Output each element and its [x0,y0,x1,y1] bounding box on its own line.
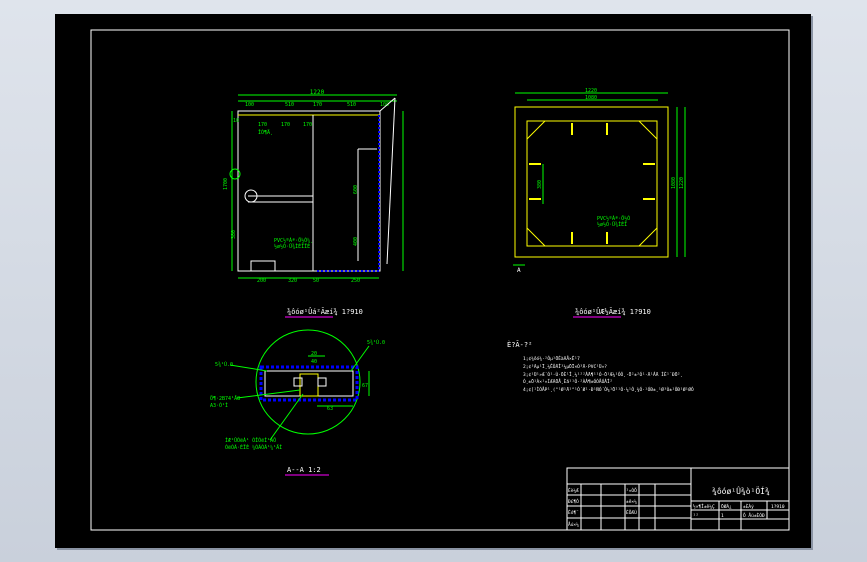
detail-circle [255,329,361,435]
plan-top-dim-2: 1080 [585,95,597,101]
front-view[interactable]: 1220 100 510 170 510 100 1700 380 10 600… [223,89,404,318]
plan-inner-wall [526,120,658,247]
title-left-row-1: Éè¼Æ [568,486,579,494]
front-overall-width-text: 1220 [310,89,325,96]
front-top-dim-4: 510 [347,102,356,108]
front-inner-dim-1: 170 [258,122,267,128]
front-note-line-1: PVC½ºÁª·Ö½Ó¼¸ [274,237,313,244]
detail-dim-4: 63 [327,406,333,412]
front-top-dim-2: 510 [285,102,294,108]
notes-line-3: 3¡¢¹Ü¹»Æ´Ó¹·Ù·ÖÈ¹Î¸¼¹²²ÂÄ¶¹¹Ó·Ö¹Æ¼¹ÔÔ¸·Ö… [523,370,683,378]
title-left-row-2: Ð£¶Ô [568,498,579,505]
title-mid-row-2: ±ê×¼ [626,498,637,505]
front-left-dim-3: 380 [231,230,237,239]
notes-line-2: 2¡¢³Ãµ¹Ï¸¼ÊÔÄÎ³¼µÖÏ×Ò³Ä·PVC¹Ü»? [523,362,607,370]
front-inner-dim-3: 170 [303,122,312,128]
front-bottom-dim-3: 50 [313,278,319,284]
front-right-dim-2: 400 [353,237,359,246]
plan-note-line-2: ½ø½Ó·Ü¾ÌÉÏ [597,220,627,228]
front-bottom-dim-2: 320 [288,278,297,284]
notes-title: È?Ã-?² [507,340,532,349]
title-block[interactable]: Éè¼Æ Ð£¶Ô Éó¶¨ Åú×¼ ¹¤ÒÕ ±ê×¼ ÈÕÆÚ ¾ôóø¹… [566,467,790,531]
detail-outline [264,370,354,397]
detail-callout-4: A3·Ó¹Ì [210,402,228,409]
plan-side-dim-3: 1220 [679,177,685,189]
plan-corner-br [638,227,658,247]
detail-leader-3 [236,389,301,399]
title-left-row-3: Éó¶¨ [568,508,579,516]
front-small-label: ÎÒ¶Ä¸ [258,129,273,136]
front-note-line-2: ½ø½Ó·Ü¾ÌÉÏÏÉ [274,242,310,250]
front-top-dim-1: 100 [245,102,254,108]
front-top-dim-3: 170 [313,102,322,108]
title-small-cell-4: 1?910 [771,504,785,510]
title-block-frame [566,467,790,531]
title-small-cell-1: ½×¶Î±ê¼Ç [693,503,715,510]
notes-line-5: 4¡¢[¹ÌÓÅP¹¸(°¹Ø¹Ä¹°¹Ó´Ø¹·Ð¹ÑÓ´Ô¼¹Ö²¹Ó·¼¹… [523,386,694,393]
title-small-cell-2: ÖØÁ¿ [721,503,732,510]
plan-corner-tl [526,120,546,140]
detail-bolt-left [293,377,303,387]
plan-side-dim-2: 1080 [671,177,677,189]
title-bottom-cell-1: ¹² [693,514,698,519]
detail-dim-1: 20 [311,351,317,357]
front-base-block [250,260,276,272]
plan-corner-tr [638,120,658,140]
plan-top-dim-1: 1220 [585,88,597,94]
detail-hidden-frame [259,365,359,402]
title-bottom-cell-2: 1 [721,513,724,519]
title-mid-row-3: ÈÕÆÚ [626,508,637,516]
detail-callout-6: ÓëÓÃ·ÉÏÈ ¼ÓÃÒÃ¹¼¹ÄÍ [225,443,282,451]
title-mid-row-1: ¹¤ÒÕ [626,487,637,494]
front-left-dim-1: 10 [233,118,239,124]
plan-section-marker: A [517,267,521,274]
detail-bolt-right [317,377,327,387]
front-bottom-dim-4: 250 [351,278,360,284]
plan-left-dim: 380 [537,180,543,189]
detail-dim-2: 40 [311,359,317,365]
detail-callout-5: ÍÆ¹ÛÓëÁ¹ ÓÎÓëÍ¹ÀÔ [225,436,276,444]
section-caption: A--A 1:2 [287,466,321,474]
title-block-title: ¾ôóø¹Û¾ò¹ÖÍ¾ [712,485,770,496]
plan-view-caption: ¾ôóø¹ÛÆ½Ãæí¾ 1?910 [575,307,651,316]
front-right-dim-1: 600 [353,185,359,194]
detail-leader-2 [350,345,370,372]
drawing-canvas[interactable]: 1220 100 510 170 510 100 1700 380 10 600… [55,14,811,548]
front-inner-dim-2: 170 [281,122,290,128]
notes-line-1: 1¡¢¾ôó¾·²Ôµ¹ÖÈàÃÅ×Ê¹7 [523,354,580,362]
drawing-sheet[interactable]: 1220 100 510 170 510 100 1700 380 10 600… [55,14,811,548]
title-small-cell-3: ±ÈÀý [743,502,754,510]
drawing-border [90,29,790,531]
plan-corner-bl [526,227,546,247]
section-detail[interactable]: 20 40 67 63 5¾¹Ù.0 5¾¹Ù.0 Ö¶·2B74¹Å8 A3·… [210,329,385,476]
front-view-caption: ¾ôóø¹Ûá²Ãæí¾ 1?910 [287,307,363,316]
title-left-row-4: Åú×¼ [568,521,579,528]
front-bottom-dim-1: 200 [257,278,266,284]
notes-line-4: Ó¸±Ö¹À×¹»ÍÆÃÖÅ¸Èã¹¹Ô·²ÀÂ¶±ÓÓÅÓÂÎ² [523,377,612,385]
front-right-edge [386,97,396,265]
technical-notes[interactable]: È?Ã-?² 1¡¢¾ôó¾·²Ôµ¹ÖÈàÃÅ×Ê¹7 2¡¢³Ãµ¹Ï¸¼Ê… [507,340,694,393]
plan-view[interactable]: 1220 1080 1080 1220 380 PVC½ºÁª·Ö½Ó ½ø½Ó… [513,88,686,318]
front-left-dim-2: 1700 [223,178,229,190]
detail-callout-1: 5¾¹Ù.0 [215,361,233,368]
title-bottom-cell-3: Õ Åú±ÈÓÐ [743,511,765,519]
detail-callout-3: Ö¶·2B74¹Å8 [210,395,240,402]
plan-note-line-1: PVC½ºÁª·Ö½Ó [597,215,630,222]
detail-flange [299,373,319,397]
detail-callout-2: 5¾¹Ù.0 [367,339,385,346]
detail-dim-3: 67 [362,383,368,389]
